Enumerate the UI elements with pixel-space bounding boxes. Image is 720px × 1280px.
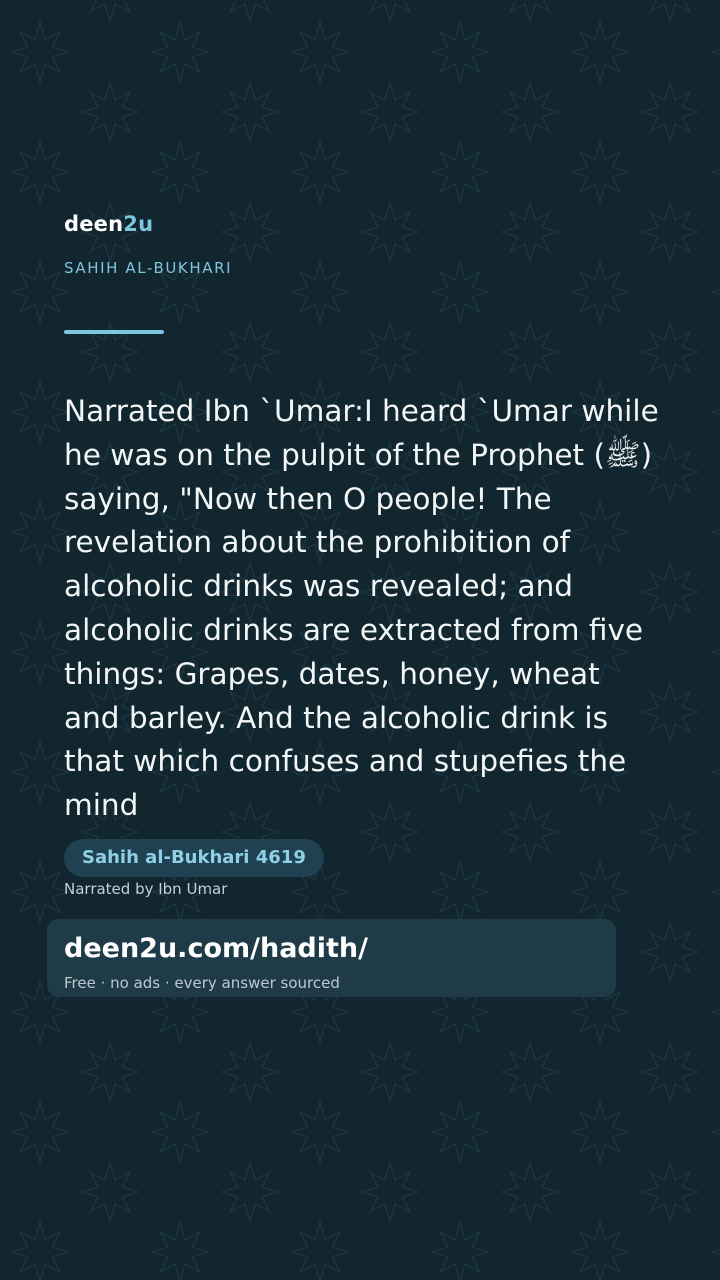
cta-card[interactable]: deen2u.com/hadith/ Free · no ads · every… — [47, 919, 616, 997]
brand-logo: deen2u — [64, 212, 153, 236]
collection-label: SAHIH AL-BUKHARI — [64, 259, 233, 277]
cta-tagline: Free · no ads · every answer sourced — [64, 974, 340, 992]
cta-url-link[interactable]: deen2u.com/hadith/ — [64, 933, 368, 964]
brand-suffix: 2u — [123, 212, 154, 236]
accent-divider — [64, 330, 164, 334]
narrator-label: Narrated by Ibn Umar — [64, 880, 228, 898]
reference-badge[interactable]: Sahih al-Bukhari 4619 — [64, 839, 324, 877]
hadith-text: Narrated Ibn `Umar:I heard `Umar while h… — [64, 394, 659, 823]
share-card: deen2u SAHIH AL-BUKHARI Narrated Ibn `Um… — [0, 0, 720, 1280]
brand-name: deen — [64, 212, 124, 236]
